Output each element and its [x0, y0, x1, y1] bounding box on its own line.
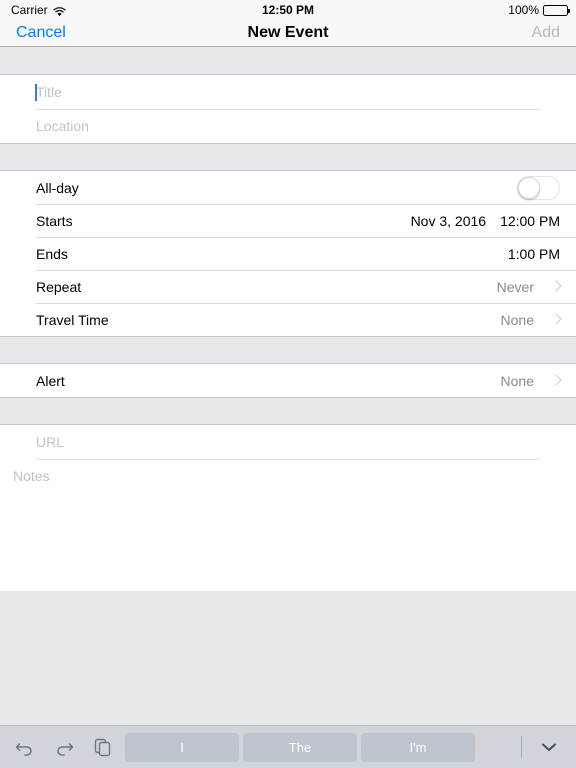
chevron-right-icon: [552, 313, 560, 326]
alert-section: Alert None: [0, 363, 576, 398]
navigation-bar: Cancel New Event Add: [0, 20, 576, 47]
travel-time-value: None: [500, 311, 534, 328]
app-screen: Carrier 12:50 PM 100% Cancel New Event A…: [0, 0, 576, 768]
chevron-down-icon[interactable]: [538, 736, 560, 758]
location-field-placeholder: Location: [36, 118, 89, 134]
repeat-label: Repeat: [36, 278, 82, 295]
suggestion-button-3[interactable]: I'm: [361, 732, 475, 762]
quicktype-suggestion-bar: I The I'm: [125, 732, 475, 762]
travel-time-value-group: None: [501, 312, 560, 328]
suggestion-button-2[interactable]: The: [243, 732, 357, 762]
all-day-row[interactable]: All-day: [0, 171, 576, 204]
add-button[interactable]: Add: [532, 24, 560, 42]
alert-value-group: None: [501, 373, 560, 389]
repeat-value: Never: [496, 278, 534, 295]
location-field[interactable]: Location: [0, 109, 576, 143]
form-scroll-area: Title Location All-day Starts Nov 3, 201…: [0, 47, 576, 725]
chevron-right-icon: [552, 374, 560, 387]
ends-label: Ends: [36, 245, 68, 262]
travel-time-row[interactable]: Travel Time None: [0, 303, 576, 336]
suggestion-button-1[interactable]: I: [125, 732, 239, 762]
ends-values: 1:00 PM: [494, 246, 560, 262]
keyboard-dismiss-group: [521, 736, 576, 758]
status-bar-clock: 12:50 PM: [261, 3, 315, 17]
status-bar: Carrier 12:50 PM 100%: [0, 0, 576, 20]
status-bar-right: 100%: [508, 3, 570, 17]
battery-icon: [543, 4, 570, 16]
ends-row[interactable]: Ends 1:00 PM: [0, 237, 576, 270]
redo-icon[interactable]: [53, 736, 75, 758]
url-field-placeholder: URL: [36, 434, 65, 450]
datetime-section: All-day Starts Nov 3, 2016 12:00 PM Ends: [0, 170, 576, 337]
notes-field[interactable]: Notes: [0, 459, 576, 493]
starts-label: Starts: [36, 212, 73, 229]
battery-percent-label: 100%: [508, 3, 539, 17]
text-caret: [35, 83, 37, 101]
section-gap-3: [0, 398, 576, 424]
undo-icon[interactable]: [14, 736, 36, 758]
starts-time-value[interactable]: 12:00 PM: [500, 213, 560, 229]
alert-label: Alert: [36, 372, 65, 389]
alert-row[interactable]: Alert None: [0, 364, 576, 397]
all-day-control: [517, 175, 560, 200]
title-field-placeholder: Title: [36, 84, 62, 100]
url-field[interactable]: URL: [0, 425, 576, 459]
chevron-right-icon: [552, 280, 560, 293]
keyboard-accessory-toolbar: I The I'm: [0, 725, 576, 768]
ends-time-value[interactable]: 1:00 PM: [508, 246, 560, 262]
section-gap-bottom: [0, 591, 576, 725]
section-gap-top: [0, 47, 576, 74]
starts-date-value[interactable]: Nov 3, 2016: [411, 213, 487, 229]
repeat-row[interactable]: Repeat Never: [0, 270, 576, 303]
starts-values: Nov 3, 2016 12:00 PM: [411, 213, 560, 229]
notes-field-placeholder: Notes: [13, 468, 50, 484]
repeat-value-group: Never: [497, 279, 560, 295]
section-gap-2: [0, 337, 576, 363]
title-field[interactable]: Title: [0, 75, 576, 109]
section-gap-1: [0, 144, 576, 170]
all-day-label: All-day: [36, 179, 79, 196]
starts-row[interactable]: Starts Nov 3, 2016 12:00 PM: [0, 204, 576, 237]
url-notes-section: URL Notes: [0, 424, 576, 591]
title-location-section: Title Location: [0, 74, 576, 144]
toolbar-divider: [521, 736, 522, 758]
edit-actions-group: [0, 736, 114, 758]
alert-value: None: [500, 372, 534, 389]
toggle-knob: [518, 176, 540, 199]
paste-icon[interactable]: [92, 736, 114, 758]
travel-time-label: Travel Time: [36, 311, 109, 328]
all-day-toggle[interactable]: [517, 175, 560, 200]
page-title: New Event: [247, 24, 329, 41]
